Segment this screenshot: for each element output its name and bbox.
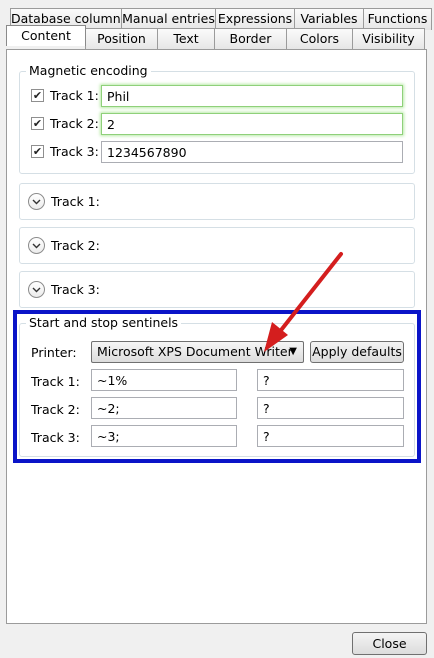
track-2-input[interactable] — [101, 113, 403, 135]
close-button[interactable]: Close — [352, 632, 427, 655]
magnetic-track-2-row: ✔ Track 2: — [31, 116, 99, 131]
track-3-label: Track 3: — [50, 144, 99, 159]
tab-visibility[interactable]: Visibility — [352, 28, 425, 49]
checkmark-icon: ✔ — [32, 145, 43, 158]
magnetic-encoding-group: Magnetic encoding ✔ Track 1: ✔ Track 2: … — [19, 63, 415, 174]
magnetic-encoding-legend: Magnetic encoding — [26, 63, 151, 78]
expander-track-3-label: Track 3: — [51, 282, 100, 297]
expander-track-2-label: Track 2: — [51, 238, 100, 253]
highlight-rectangle — [13, 310, 421, 463]
tab-position[interactable]: Position — [85, 28, 158, 49]
tab-expressions[interactable]: Expressions — [215, 8, 295, 30]
expand-chevron-icon — [28, 237, 45, 254]
expander-track-1[interactable]: Track 1: — [19, 183, 415, 220]
checkmark-icon: ✔ — [32, 89, 43, 102]
track-1-checkbox[interactable]: ✔ — [31, 89, 44, 102]
tab-text[interactable]: Text — [157, 28, 215, 49]
magnetic-track-1-row: ✔ Track 1: — [31, 88, 99, 103]
tab-functions[interactable]: Functions — [363, 8, 432, 30]
track-2-checkbox[interactable]: ✔ — [31, 117, 44, 130]
track-2-label: Track 2: — [50, 116, 99, 131]
tab-colors[interactable]: Colors — [286, 28, 353, 49]
tab-row-front: Content Position Text Border Colors Visi… — [6, 25, 425, 49]
checkmark-icon: ✔ — [32, 117, 43, 130]
tab-border[interactable]: Border — [214, 28, 287, 49]
expander-track-2[interactable]: Track 2: — [19, 227, 415, 264]
expand-chevron-icon — [28, 281, 45, 298]
expand-chevron-icon — [28, 193, 45, 210]
magnetic-track-3-row: ✔ Track 3: — [31, 144, 99, 159]
track-3-checkbox[interactable]: ✔ — [31, 145, 44, 158]
expander-track-1-label: Track 1: — [51, 194, 100, 209]
tab-variables[interactable]: Variables — [294, 8, 364, 30]
expander-track-3[interactable]: Track 3: — [19, 271, 415, 308]
track-3-input[interactable] — [101, 141, 403, 163]
tab-manual-entries[interactable]: Manual entries — [121, 8, 216, 30]
track-1-input[interactable] — [101, 85, 403, 107]
track-1-label: Track 1: — [50, 88, 99, 103]
tab-content[interactable]: Content — [6, 25, 86, 46]
